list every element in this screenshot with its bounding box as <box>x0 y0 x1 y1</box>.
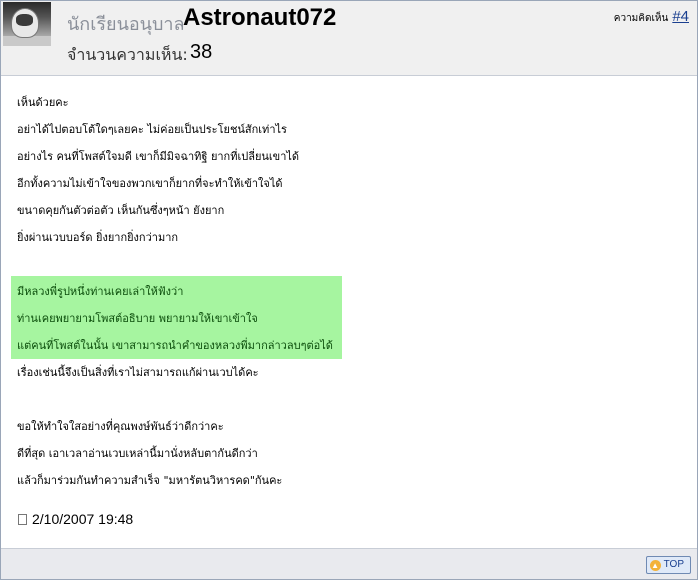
closing-line: ขอให้ทำใจใสอย่างที่คุณพงษ์พันธ์ว่าดีกว่า… <box>17 420 224 433</box>
username[interactable]: Astronaut072 <box>183 4 336 32</box>
comment-label: ความคิดเห็น <box>613 13 669 24</box>
post-line: อย่างไร คนที่โพสต์ใจมดี เขาก็มีมิจฉาทิฐิ… <box>17 150 300 163</box>
closing-line: ดีที่สุด เอาเวลาอ่านเวบเหล่านี้มานั่งหลั… <box>17 447 258 460</box>
avatar[interactable] <box>3 2 51 46</box>
post-line: อีกทั้งความไม่เข้าใจของพวกเขาก็ยากที่จะท… <box>17 177 283 190</box>
post-line: ขนาดคุยกันตัวต่อตัว เห็นกันซึ่งๆหน้า ยัง… <box>17 204 225 217</box>
comment-footer: ▲ TOP <box>1 548 697 579</box>
astronaut-visor-icon <box>16 14 33 26</box>
user-rank: นักเรียนอนุบาล <box>67 14 185 35</box>
post-line: เรื่องเช่นนี้จึงเป็นสิ่งที่เราไม่สามารถแ… <box>17 366 259 379</box>
up-arrow-icon: ▲ <box>649 560 661 571</box>
comment-header: นักเรียนอนุบาล Astronaut072 จำนวนความเห็… <box>1 1 697 76</box>
comment-body: เห็นด้วยคะ อย่าได้ไปตอบโต้ใดๆเลยคะ ไม่ค่… <box>11 89 677 494</box>
post-line: ยิ่งผ่านเวบบอร์ด ยิ่งยากยิ่งกว่ามาก <box>17 231 179 244</box>
comment-number: ความคิดเห็น #4 <box>614 8 689 26</box>
comment-panel: นักเรียนอนุบาล Astronaut072 จำนวนความเห็… <box>0 0 698 580</box>
highlight-line: มีหลวงพี่รูปหนึ่งท่านเคยเล่าให้ฟังว่า <box>17 285 184 298</box>
closing-line: แล้วก็มาร่วมกันทำความสำเร็จ "มหารัตนวิหา… <box>17 474 283 487</box>
post-line: เห็นด้วยคะ <box>17 96 69 109</box>
back-to-top-button[interactable]: ▲ TOP <box>645 556 691 574</box>
comment-number-link[interactable]: #4 <box>672 8 689 25</box>
post-count-value: 38 <box>190 41 213 63</box>
top-label: TOP <box>663 559 684 570</box>
post-date-text: 2/10/2007 19:48 <box>32 511 134 527</box>
document-icon <box>18 514 27 525</box>
post-count-label: จำนวนความเห็น: <box>67 45 188 64</box>
post-date: 2/10/2007 19:48 <box>18 511 133 527</box>
highlight-line: แต่คนที่โพสต์ในนั้น เขาสามารถนำคำของหลวง… <box>17 339 333 352</box>
highlight-line: ท่านเคยพยายามโพสต์อธิบาย พยายามให้เขาเข้… <box>17 312 258 325</box>
post-line: อย่าได้ไปตอบโต้ใดๆเลยคะ ไม่ค่อยเป็นประโย… <box>17 123 287 136</box>
